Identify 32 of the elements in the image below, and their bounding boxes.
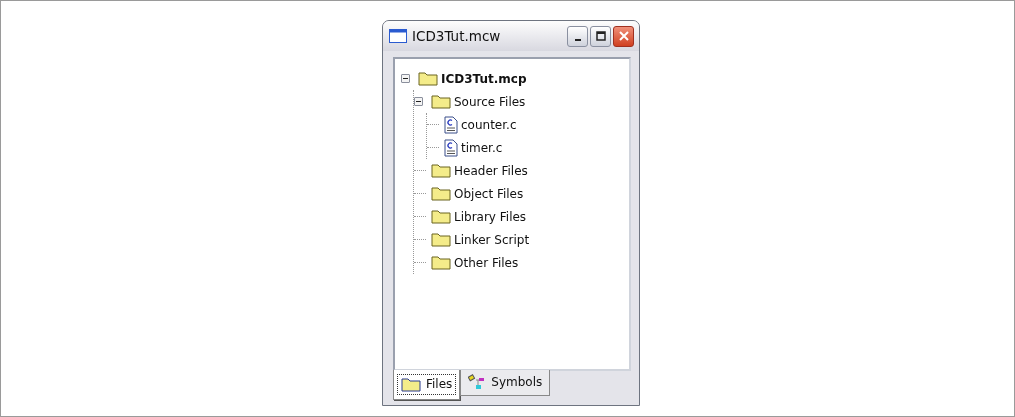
window-icon bbox=[389, 29, 407, 43]
folder-icon bbox=[431, 186, 451, 201]
minimize-icon bbox=[574, 39, 581, 41]
tree-item[interactable]: counter.c bbox=[461, 117, 517, 132]
tree-item[interactable]: Source Files bbox=[454, 94, 526, 109]
tab[interactable]: Files bbox=[393, 370, 461, 400]
c-file-icon bbox=[444, 115, 458, 134]
folder-icon bbox=[431, 255, 451, 270]
tree-item[interactable]: Linker Script bbox=[454, 232, 530, 247]
minimize-button[interactable] bbox=[567, 25, 588, 47]
tree-item[interactable]: Object Files bbox=[454, 186, 524, 201]
maximize-icon bbox=[595, 31, 606, 41]
folder-icon bbox=[431, 209, 451, 224]
folder-icon bbox=[418, 71, 438, 86]
folder-icon bbox=[401, 376, 421, 392]
symbols-icon bbox=[468, 374, 487, 390]
tab[interactable]: Symbols bbox=[460, 370, 551, 396]
folder-icon bbox=[431, 94, 451, 109]
tree-item[interactable]: Other Files bbox=[454, 255, 519, 270]
tree-item[interactable]: Header Files bbox=[454, 163, 528, 178]
window-title: ICD3Tut.mcw bbox=[412, 28, 502, 44]
tree-item[interactable]: ICD3Tut.mcp bbox=[441, 71, 527, 86]
maximize-button[interactable] bbox=[590, 25, 611, 47]
collapse-icon[interactable] bbox=[401, 74, 410, 83]
collapse-icon[interactable] bbox=[414, 97, 423, 106]
close-icon bbox=[617, 30, 630, 42]
folder-icon bbox=[431, 232, 451, 247]
close-button[interactable] bbox=[613, 25, 634, 47]
tree-item[interactable]: timer.c bbox=[461, 140, 503, 155]
c-file-icon bbox=[444, 138, 458, 157]
folder-icon bbox=[431, 163, 451, 178]
tree-item[interactable]: Library Files bbox=[454, 209, 527, 224]
